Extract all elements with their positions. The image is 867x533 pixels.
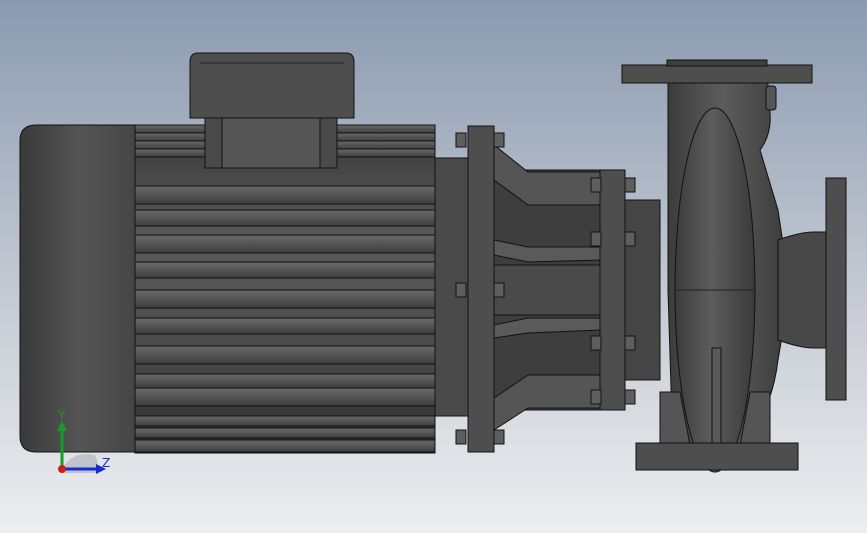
bolt <box>624 177 636 193</box>
cooling-fin <box>134 415 436 427</box>
motor-body[interactable] <box>134 124 436 454</box>
lantern-bracket[interactable] <box>493 143 603 431</box>
z-axis-label: Z <box>102 456 110 470</box>
cooling-fin <box>134 345 436 365</box>
bolt <box>455 282 467 298</box>
cooling-fin <box>134 185 436 205</box>
model-render[interactable] <box>0 0 867 533</box>
bolt <box>624 389 636 405</box>
bolt <box>493 132 505 148</box>
terminal-box[interactable] <box>189 52 355 169</box>
bolt <box>590 177 602 193</box>
cooling-fin <box>134 373 436 389</box>
bolt <box>493 282 505 298</box>
coordinate-triad: Y Z <box>57 408 110 474</box>
bolt <box>590 231 602 247</box>
bolt <box>624 335 636 351</box>
cooling-fin <box>134 289 436 309</box>
y-axis-arrow <box>57 421 67 431</box>
motor-flange[interactable] <box>467 125 495 453</box>
bolt <box>455 429 467 445</box>
bolt <box>590 389 602 405</box>
bolt <box>493 429 505 445</box>
motor-end-cap[interactable] <box>19 124 141 453</box>
cooling-fin <box>134 234 436 254</box>
cooling-fin <box>134 261 436 279</box>
cooling-fin <box>134 387 436 407</box>
bolt <box>590 335 602 351</box>
volute-casing[interactable] <box>667 79 791 473</box>
3d-viewport[interactable]: Y Z <box>0 0 867 533</box>
bolt <box>455 132 467 148</box>
bearing-housing <box>624 199 661 381</box>
suction-nozzle[interactable] <box>777 177 847 401</box>
bolt <box>624 231 636 247</box>
cooling-fin <box>134 209 436 227</box>
y-axis-label: Y <box>57 408 66 422</box>
cooling-fin <box>134 427 436 439</box>
pump-flange[interactable] <box>599 169 626 411</box>
origin-dot <box>58 465 66 473</box>
cooling-fin <box>134 439 436 453</box>
cooling-fin <box>134 317 436 335</box>
